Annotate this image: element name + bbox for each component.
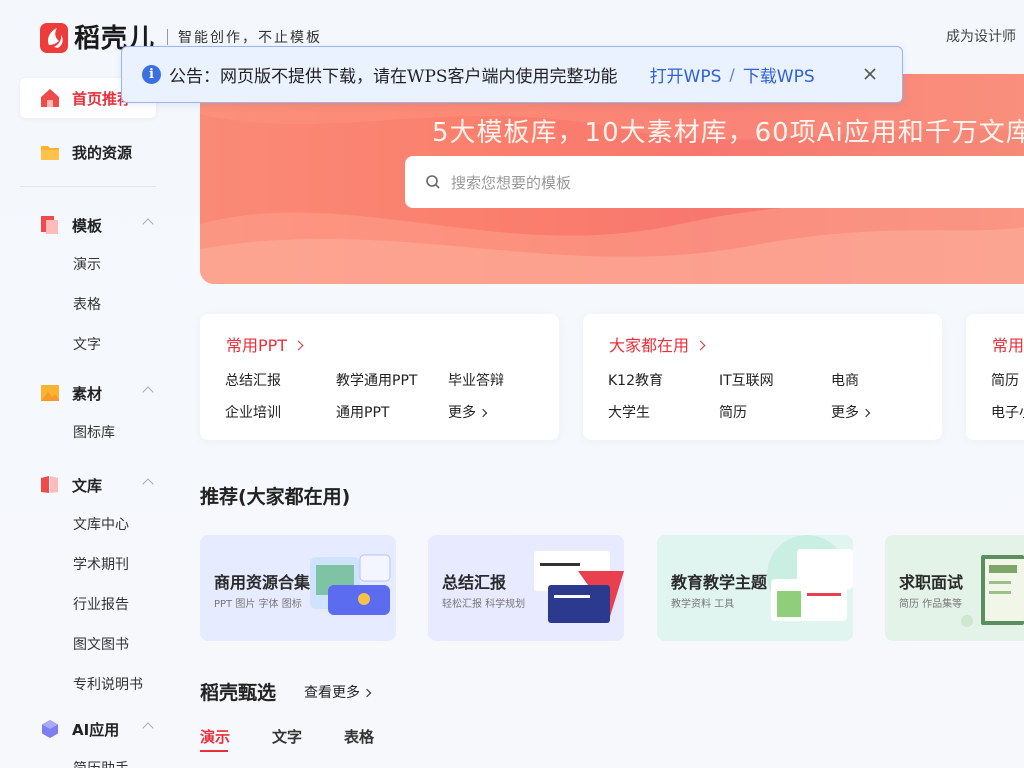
- chevron-right-icon: [293, 340, 304, 351]
- recommend-card-subtitle: 教学资料 工具: [671, 599, 735, 610]
- category-card-popular: 大家都在用 K12教育 IT互联网 电商 大学生 简历 更多: [583, 314, 942, 440]
- category-title[interactable]: 常用PPT: [226, 332, 304, 356]
- recommend-card[interactable]: 教育教学主题 教学资料 工具: [657, 535, 853, 641]
- become-designer-link[interactable]: 成为设计师: [946, 26, 1016, 46]
- sidebar-group-label: 模板: [72, 216, 103, 235]
- see-more-link[interactable]: 查看更多: [304, 682, 372, 702]
- tab-presentation[interactable]: 演示: [200, 726, 230, 747]
- recommend-card-title: 教育教学主题: [671, 573, 768, 592]
- selection-section-title: 稻壳甄选: [200, 682, 277, 704]
- home-icon: [41, 89, 59, 107]
- search-input[interactable]: 搜索您想要的模板: [405, 156, 1024, 208]
- recommend-card[interactable]: 求职面试 简历 作品集等: [885, 535, 1024, 641]
- notice-separator: /: [729, 65, 735, 84]
- recommend-card-title: 总结汇报: [442, 573, 507, 592]
- category-item[interactable]: 教学通用PPT: [336, 370, 417, 390]
- more-link[interactable]: 更多: [831, 402, 871, 422]
- notice-text: 公告：网页版不提供下载，请在WPS客户端内使用完整功能: [169, 67, 618, 87]
- chevron-up-icon[interactable]: [142, 386, 154, 398]
- sidebar-group-templates[interactable]: 模板: [20, 205, 156, 245]
- recommend-section-title: 推荐(大家都在用): [200, 486, 351, 508]
- category-title[interactable]: 大家都在用: [609, 332, 706, 356]
- search-icon: [426, 175, 440, 189]
- sidebar-item-spreadsheet[interactable]: 表格: [20, 285, 156, 325]
- info-icon: i: [142, 65, 161, 84]
- category-item[interactable]: K12教育: [608, 370, 663, 390]
- sidebar-group-label: AI应用: [72, 720, 120, 739]
- active-tab-indicator: [200, 750, 228, 752]
- more-link[interactable]: 更多: [448, 402, 488, 422]
- chevron-right-icon: [362, 688, 372, 698]
- recommend-card-subtitle: 轻松汇报 科学规划: [442, 599, 526, 610]
- sidebar-group-label: 素材: [72, 384, 103, 403]
- image-icon: [41, 385, 59, 401]
- slogan: 智能创作，不止模板: [178, 29, 323, 46]
- book-icon: [41, 476, 58, 493]
- recommend-card[interactable]: 总结汇报 轻松汇报 科学规划: [428, 535, 624, 641]
- page: 稻壳儿 智能创作，不止模板 成为设计师 首页推荐 我的资源 模板 演示 表格 文…: [0, 0, 1024, 768]
- search-placeholder: 搜索您想要的模板: [451, 173, 572, 192]
- logo-divider: [167, 28, 169, 45]
- sidebar-group-library[interactable]: 文库: [20, 465, 156, 505]
- folder-icon: [41, 146, 59, 160]
- sidebar-item-label: 我的资源: [72, 143, 133, 162]
- download-wps-link[interactable]: 下载WPS: [743, 62, 815, 87]
- recommend-card-subtitle: 简历 作品集等: [899, 599, 963, 610]
- category-item[interactable]: 电子小: [991, 402, 1024, 422]
- category-card-ppt: 常用PPT 总结汇报 教学通用PPT 毕业答辩 企业培训 通用PPT 更多: [200, 314, 559, 440]
- category-item[interactable]: 毕业答辩: [448, 370, 504, 390]
- category-item[interactable]: 企业培训: [225, 402, 281, 422]
- category-title[interactable]: 常用: [992, 332, 1024, 356]
- banner-title: 5大模板库，10大素材库，60项Ai应用和千万文库: [432, 118, 1024, 148]
- chevron-right-icon: [695, 340, 706, 351]
- chevron-up-icon[interactable]: [142, 722, 154, 734]
- recommend-card-subtitle: PPT 图片 字体 图标: [214, 599, 302, 610]
- logo-icon: [40, 22, 68, 53]
- category-item[interactable]: 简历: [719, 402, 747, 422]
- hero-banner: 5大模板库，10大素材库，60项Ai应用和千万文库 搜索您想要的模板: [200, 74, 1024, 284]
- sidebar-item-journals[interactable]: 学术期刊: [20, 545, 156, 585]
- sidebar-group-materials[interactable]: 素材: [20, 373, 156, 413]
- sidebar-item-my-resources[interactable]: 我的资源: [20, 132, 156, 172]
- category-item[interactable]: 总结汇报: [225, 370, 281, 390]
- recommend-card-title: 商用资源合集: [214, 573, 311, 592]
- template-icon: [41, 216, 58, 234]
- category-item[interactable]: 简历: [991, 370, 1019, 390]
- notice-bar: i 公告：网页版不提供下载，请在WPS客户端内使用完整功能 打开WPS / 下载…: [121, 46, 903, 103]
- chevron-up-icon[interactable]: [142, 478, 154, 490]
- sidebar-item-document[interactable]: 文字: [20, 325, 156, 365]
- category-item[interactable]: 通用PPT: [336, 402, 389, 422]
- sidebar-item-library-center[interactable]: 文库中心: [20, 505, 156, 545]
- sidebar-item-books[interactable]: 图文图书: [20, 625, 156, 665]
- category-card-common: 常用 简历 电子小: [966, 314, 1024, 440]
- sidebar-group-ai[interactable]: AI应用: [20, 709, 156, 749]
- tab-spreadsheet[interactable]: 表格: [344, 726, 374, 747]
- sidebar-item-icon-library[interactable]: 图标库: [20, 413, 156, 453]
- sidebar-divider: [20, 186, 156, 187]
- tab-document[interactable]: 文字: [272, 726, 302, 747]
- chevron-right-icon: [478, 408, 488, 418]
- category-item[interactable]: IT互联网: [719, 370, 774, 390]
- sidebar-item-industry-reports[interactable]: 行业报告: [20, 585, 156, 625]
- sidebar-item-resume-assistant[interactable]: 简历助手: [20, 749, 156, 768]
- sidebar-group-label: 文库: [72, 476, 103, 495]
- recommend-card[interactable]: 商用资源合集 PPT 图片 字体 图标: [200, 535, 396, 641]
- sidebar-item-patents[interactable]: 专利说明书: [20, 665, 156, 705]
- ai-cube-icon: [42, 720, 58, 738]
- close-icon[interactable]: [860, 64, 880, 84]
- chevron-right-icon: [861, 408, 871, 418]
- recommend-card-title: 求职面试: [899, 573, 964, 592]
- category-item[interactable]: 电商: [831, 370, 859, 390]
- open-wps-link[interactable]: 打开WPS: [650, 62, 722, 87]
- sidebar-item-presentation[interactable]: 演示: [20, 245, 156, 285]
- chevron-up-icon[interactable]: [142, 218, 154, 230]
- sidebar: 首页推荐 我的资源 模板 演示 表格 文字 素材 图标库 文库 文库中心 学术期…: [20, 78, 156, 768]
- category-item[interactable]: 大学生: [608, 402, 650, 422]
